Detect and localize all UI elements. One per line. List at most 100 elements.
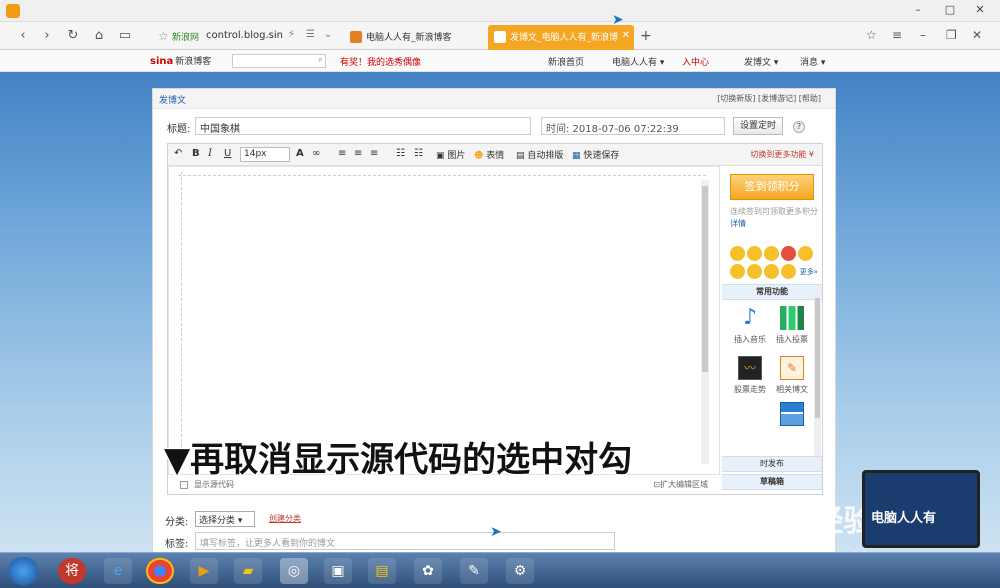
- emoji-icon[interactable]: [781, 246, 796, 261]
- expand-editor-link[interactable]: ⊡扩大编辑区域: [653, 479, 708, 490]
- close-window-button[interactable]: ✕: [966, 2, 994, 18]
- italic-icon[interactable]: I: [208, 148, 212, 159]
- tab-favicon-icon: [494, 31, 506, 43]
- tab-favicon-icon: [350, 31, 362, 43]
- emoji-icon[interactable]: [764, 246, 779, 261]
- new-tab-button[interactable]: +: [640, 28, 652, 44]
- maximize-button[interactable]: □: [936, 2, 964, 18]
- tab-post[interactable]: 发博文_电脑人人有_新浪博 ✕: [488, 25, 634, 50]
- sina-search-input[interactable]: ⌕: [232, 54, 326, 68]
- tags-input[interactable]: 填写标签，让更多人看到你的博文: [195, 532, 615, 550]
- search-icon[interactable]: ⌕: [318, 55, 323, 65]
- align-center-icon[interactable]: ≡: [354, 148, 362, 159]
- emoji-icon[interactable]: [798, 246, 813, 261]
- browser-icon[interactable]: ◎: [280, 558, 308, 584]
- number-list-icon[interactable]: ☷: [414, 148, 423, 159]
- bold-icon[interactable]: B: [192, 148, 200, 159]
- emoji-icon[interactable]: [730, 264, 745, 279]
- category-select[interactable]: 选择分类 ▾: [195, 511, 255, 527]
- reader-icon[interactable]: ▭: [116, 27, 134, 45]
- reload-icon[interactable]: ↻: [64, 27, 82, 45]
- start-icon[interactable]: [8, 557, 38, 585]
- close-icon[interactable]: ✕: [972, 28, 982, 42]
- undo-icon[interactable]: ↶: [174, 148, 182, 159]
- ie-icon[interactable]: e: [104, 558, 132, 584]
- nav-user-link[interactable]: 电脑人人有 ▾: [612, 55, 664, 68]
- cursor-icon: ➤: [612, 12, 624, 28]
- link-icon[interactable]: ∞: [312, 148, 320, 159]
- paint-icon[interactable]: ✎: [460, 558, 488, 584]
- list-icon[interactable]: ☰: [306, 29, 315, 40]
- star-icon[interactable]: ☆: [158, 29, 169, 43]
- minimize-icon[interactable]: –: [920, 28, 926, 42]
- insert-image-button[interactable]: ▣ 图片: [436, 148, 465, 161]
- menu-icon[interactable]: ≡: [892, 28, 902, 42]
- back-icon[interactable]: ‹: [14, 27, 32, 45]
- dropdown-icon[interactable]: ⌄: [324, 29, 332, 40]
- side-scrollbar[interactable]: [814, 296, 821, 456]
- explorer-icon[interactable]: ▤: [368, 558, 396, 584]
- time-field[interactable]: 时间: 2018-07-06 07:22:39: [541, 117, 725, 135]
- monitor-icon[interactable]: ▣: [324, 558, 352, 584]
- chrome-icon[interactable]: [146, 558, 174, 584]
- bullet-list-icon[interactable]: ☷: [396, 148, 405, 159]
- home-icon[interactable]: ⌂: [90, 27, 108, 45]
- more-functions-link[interactable]: 切换到更多功能 ¥: [750, 149, 814, 160]
- address-bar[interactable]: control.blog.sin: [206, 30, 283, 41]
- settings-icon[interactable]: ⚙: [506, 558, 534, 584]
- quick-save-button[interactable]: ▦ 快速保存: [572, 148, 619, 161]
- emoji-icon[interactable]: [730, 246, 745, 261]
- tab-blog[interactable]: 电脑人人有_新浪博客: [344, 25, 486, 50]
- emoji-more-link[interactable]: 更多»: [800, 267, 818, 277]
- create-category-link[interactable]: 创建分类: [269, 513, 301, 524]
- bolt-icon[interactable]: ⚡: [288, 29, 295, 40]
- nav-message-link[interactable]: 消息 ▾: [800, 55, 825, 68]
- underline-icon[interactable]: U: [224, 148, 231, 159]
- address-site-name: 新浪网: [172, 33, 200, 43]
- minimize-button[interactable]: –: [904, 2, 932, 18]
- sign-in-detail-link[interactable]: 详情: [730, 219, 746, 228]
- app-logo-icon: [6, 4, 20, 18]
- editor-content-area[interactable]: [168, 166, 720, 474]
- media-icon[interactable]: ▶: [190, 558, 218, 584]
- nav-post-link[interactable]: 发博文 ▾: [744, 55, 778, 68]
- emoji-icon[interactable]: [747, 264, 762, 279]
- sign-in-button[interactable]: 签到领积分: [730, 174, 814, 200]
- app-icon[interactable]: 将: [58, 558, 86, 584]
- font-color-icon[interactable]: A: [296, 148, 304, 159]
- sina-logo[interactable]: sina 新浪博客: [150, 54, 211, 67]
- insert-emoji-button[interactable]: ☻ 表情: [474, 148, 504, 161]
- emoji-icon[interactable]: [747, 246, 762, 261]
- restore-icon[interactable]: ❐: [946, 28, 957, 42]
- side-scroll-thumb[interactable]: [815, 298, 820, 418]
- align-left-icon[interactable]: ≡: [338, 148, 346, 159]
- related-posts-button[interactable]: ✎ 相关博文: [772, 356, 812, 395]
- panel-head-links[interactable]: [切换新版] [发博游记] [帮助]: [717, 93, 821, 104]
- stock-trend-button[interactable]: 〰 股票走势: [730, 356, 770, 395]
- nav-home-link[interactable]: 新浪首页: [548, 55, 584, 68]
- editor-scrollbar[interactable]: [701, 180, 709, 464]
- emoji-icon[interactable]: [764, 264, 779, 279]
- layout-template-button[interactable]: [772, 402, 812, 430]
- font-size-select[interactable]: 14px: [240, 147, 290, 162]
- help-icon[interactable]: ?: [793, 121, 805, 133]
- title-input[interactable]: 中国象棋: [195, 117, 531, 135]
- insert-music-button[interactable]: ♪ 插入音乐: [730, 306, 770, 345]
- favorites-icon[interactable]: ☆: [866, 28, 877, 42]
- network-icon[interactable]: ✿: [414, 558, 442, 584]
- forward-icon[interactable]: ›: [38, 27, 56, 45]
- align-right-icon[interactable]: ≡: [370, 148, 378, 159]
- laptop-logo: 电脑人人有: [862, 470, 980, 548]
- schedule-button[interactable]: 设置定时: [733, 117, 783, 135]
- nav-center-link[interactable]: 入中心: [682, 55, 709, 68]
- auto-layout-button[interactable]: ▤ 自动排版: [516, 148, 563, 161]
- folder-icon[interactable]: ▰: [234, 558, 262, 584]
- prize-link[interactable]: 有奖！我的选秀偶像: [340, 55, 421, 68]
- editor-scroll-thumb[interactable]: [702, 186, 708, 372]
- drafts-header[interactable]: 草稿箱: [722, 474, 822, 490]
- show-source-checkbox[interactable]: [180, 481, 188, 489]
- close-tab-icon[interactable]: ✕: [622, 30, 630, 41]
- emoji-icon[interactable]: [781, 264, 796, 279]
- scheduled-publish-header[interactable]: 时发布: [722, 456, 822, 472]
- insert-vote-button[interactable]: 插入投票: [772, 306, 812, 345]
